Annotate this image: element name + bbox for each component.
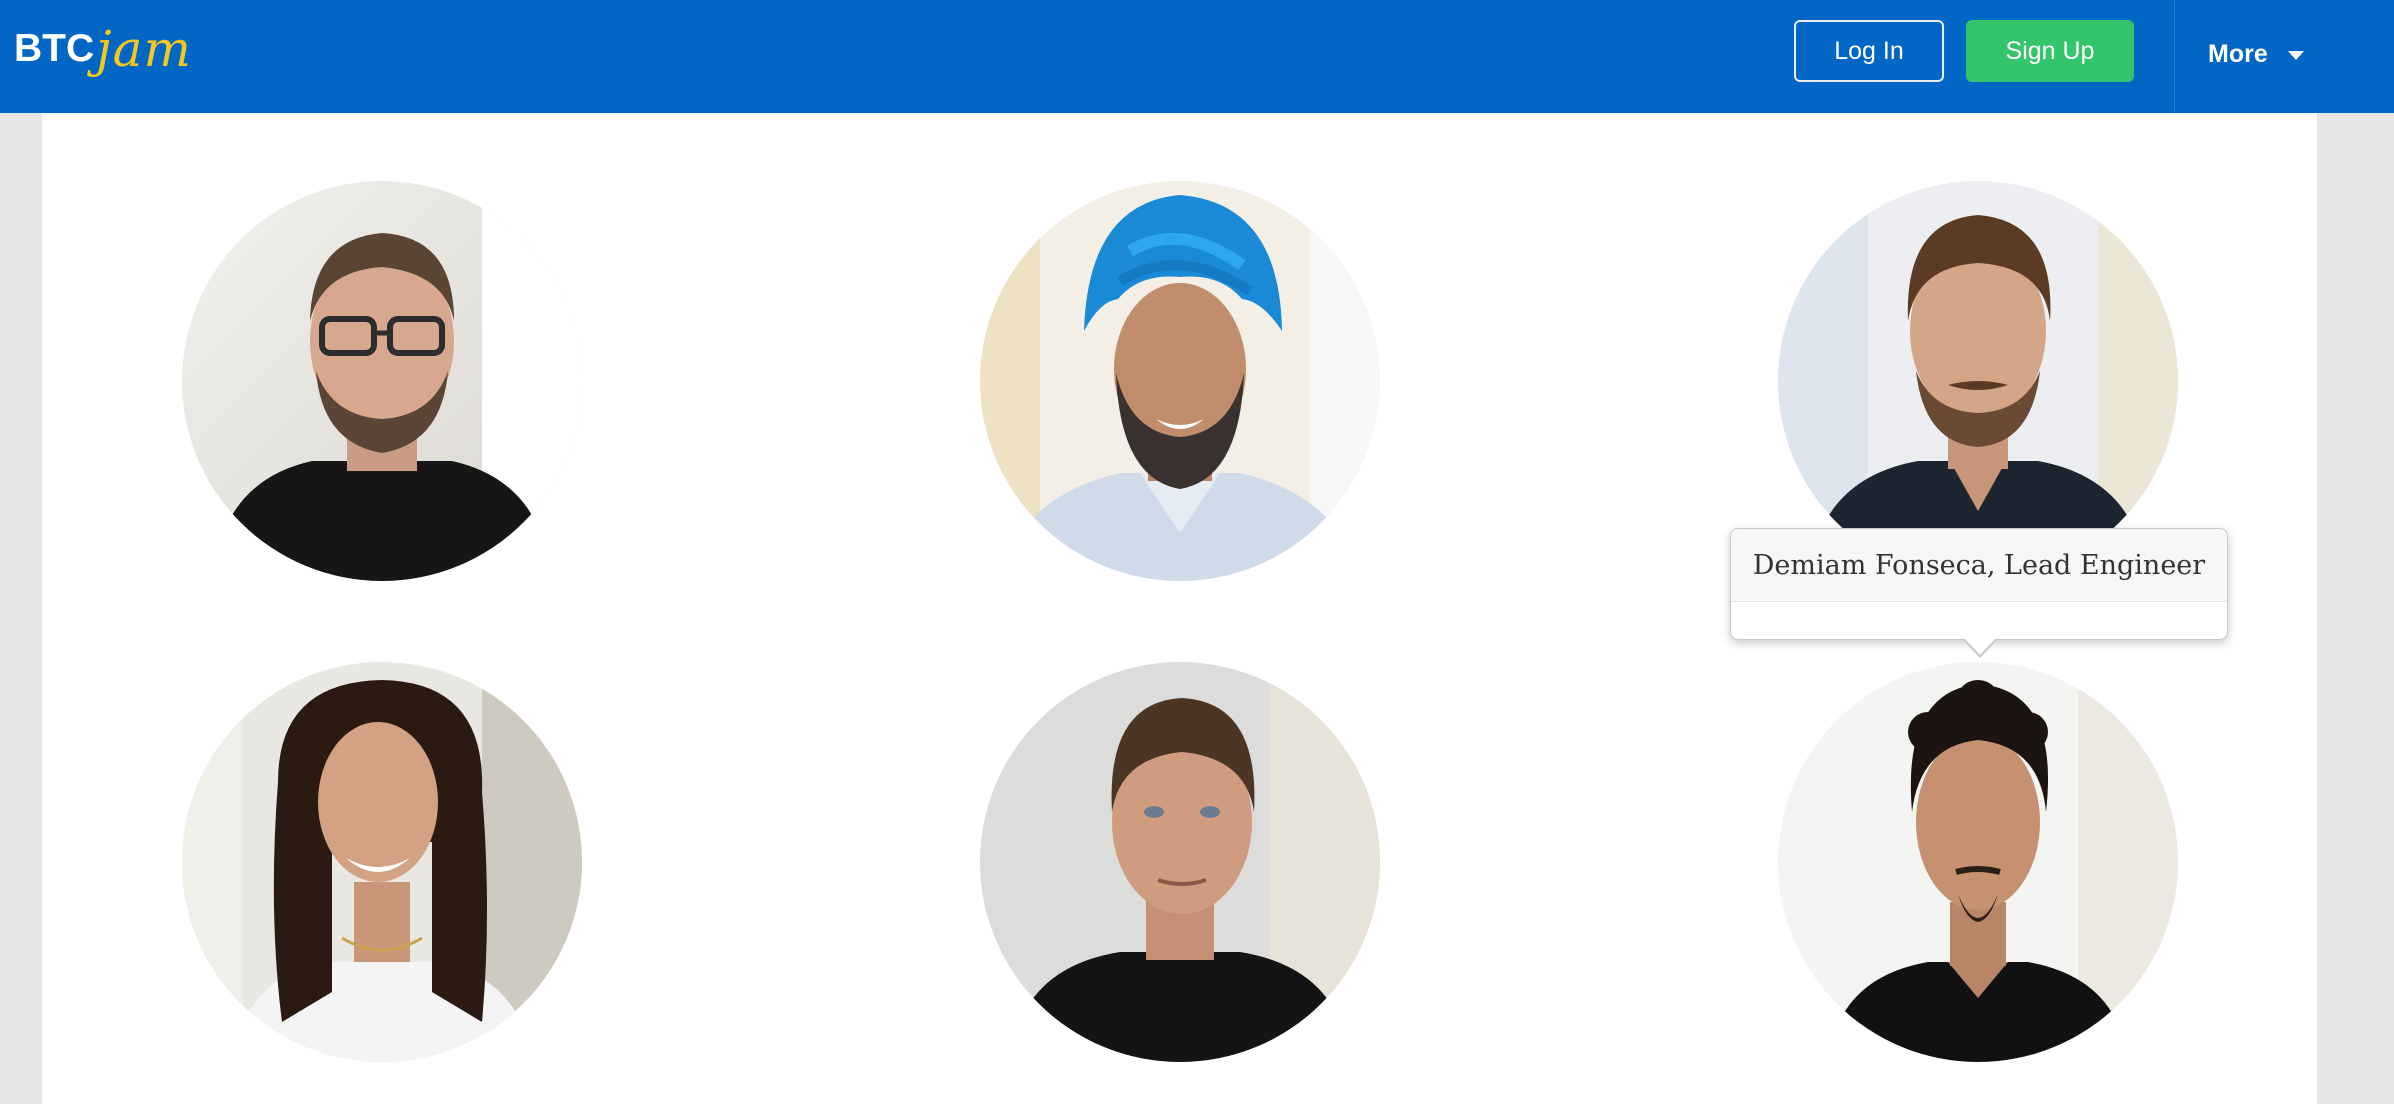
nav-divider <box>2174 0 2175 113</box>
chevron-down-icon <box>2287 51 2304 60</box>
tooltip-title: Demiam Fonseca, Lead Engineer <box>1731 529 2227 602</box>
team-member-photo[interactable] <box>182 662 582 1062</box>
member-tooltip: Demiam Fonseca, Lead Engineer <box>1730 528 2228 658</box>
team-member-photo[interactable] <box>182 181 582 581</box>
logo-text-jam: jam <box>96 20 192 78</box>
btcjam-logo[interactable]: BTC jam <box>14 6 236 92</box>
login-button[interactable]: Log In <box>1794 20 1944 82</box>
logo-text-btc: BTC <box>14 27 95 70</box>
more-menu-label: More <box>2208 39 2268 68</box>
more-menu[interactable]: More <box>2208 30 2304 78</box>
signup-button[interactable]: Sign Up <box>1966 20 2134 82</box>
tooltip-arrow-inner <box>1965 639 1995 655</box>
team-member-photo[interactable] <box>980 662 1380 1062</box>
top-navbar: BTC jam Log In Sign Up More <box>0 0 2394 113</box>
team-member-photo[interactable] <box>1778 662 2178 1062</box>
team-member-photo[interactable] <box>1778 181 2178 581</box>
team-member-photo[interactable] <box>980 181 1380 581</box>
